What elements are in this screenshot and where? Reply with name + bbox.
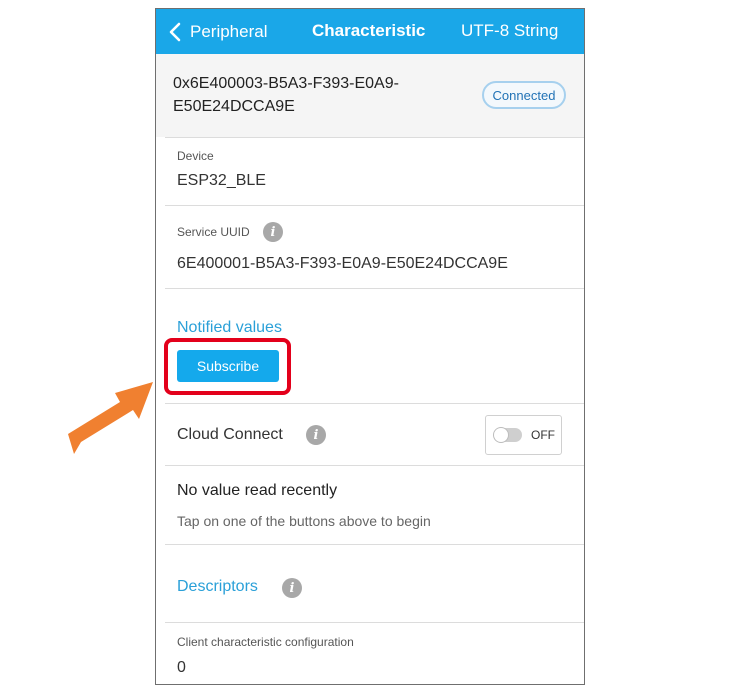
back-button-label: Peripheral: [190, 22, 268, 41]
connection-status-badge: Connected: [482, 81, 566, 109]
divider: [165, 137, 584, 138]
divider: [165, 288, 584, 289]
chevron-left-icon: [169, 22, 181, 42]
read-status-hint: Tap on one of the buttons above to begin: [177, 513, 431, 529]
characteristic-uuid-line2: E50E24DCCA9E: [173, 98, 295, 115]
cloud-connect-label: Cloud Connect: [177, 426, 283, 443]
descriptor-item-label: Client characteristic configuration: [177, 635, 354, 649]
read-status-title: No value read recently: [177, 482, 338, 499]
service-uuid-info-icon[interactable]: i: [263, 222, 283, 242]
subscribe-button[interactable]: Subscribe: [177, 350, 279, 382]
service-uuid-label: Service UUID: [177, 225, 250, 239]
phone-screen: Peripheral Characteristic UTF-8 String 0…: [155, 8, 585, 685]
cloud-connect-toggle[interactable]: OFF: [485, 415, 562, 455]
back-button[interactable]: Peripheral: [168, 19, 268, 45]
divider: [165, 403, 584, 404]
characteristic-uuid: 0x6E400003-B5A3-F393-E0A9- E50E24DCCA9E: [173, 72, 453, 118]
toggle-knob: [494, 428, 508, 442]
descriptors-info-icon[interactable]: i: [282, 578, 302, 598]
characteristic-header: 0x6E400003-B5A3-F393-E0A9- E50E24DCCA9E …: [156, 54, 584, 137]
descriptor-item-value: 0: [177, 659, 186, 676]
toggle-track: [494, 428, 522, 442]
format-button[interactable]: UTF-8 String: [461, 21, 558, 41]
divider: [165, 465, 584, 466]
divider: [165, 205, 584, 206]
device-value: ESP32_BLE: [177, 172, 266, 189]
toggle-state-label: OFF: [531, 428, 555, 442]
divider: [165, 544, 584, 545]
descriptors-heading: Descriptors: [177, 578, 258, 595]
page-title: Characteristic: [312, 21, 426, 40]
navigation-bar: Peripheral Characteristic UTF-8 String: [156, 9, 584, 54]
cloud-connect-info-icon[interactable]: i: [306, 425, 326, 445]
device-label: Device: [177, 149, 214, 163]
characteristic-uuid-line1: 0x6E400003-B5A3-F393-E0A9-: [173, 75, 399, 92]
notified-values-heading: Notified values: [177, 319, 282, 336]
service-uuid-value: 6E400001-B5A3-F393-E0A9-E50E24DCCA9E: [177, 255, 508, 272]
pointer-arrow-icon: [68, 382, 153, 454]
divider: [165, 622, 584, 623]
